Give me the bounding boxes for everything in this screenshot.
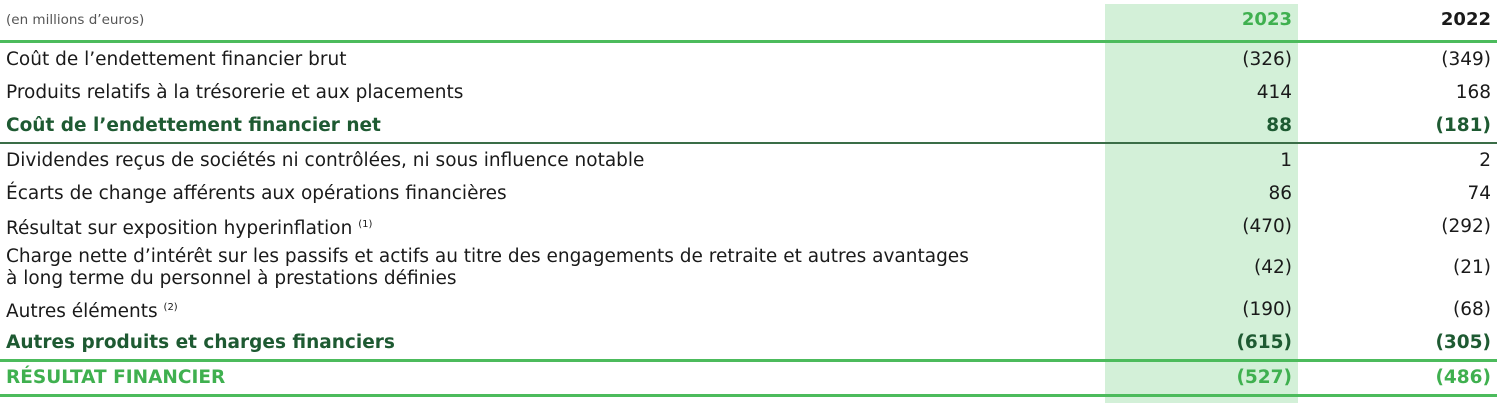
value-2022: (305) [1435, 331, 1491, 353]
row-label: Dividendes reçus de sociétés ni contrôlé… [6, 149, 645, 171]
value-2022: (68) [1453, 298, 1491, 320]
total-row: RÉSULTAT FINANCIER (527) (486) [0, 359, 1497, 397]
value-2023: (527) [1105, 359, 1298, 397]
row-label-line-2: à long terme du personnel à prestations … [6, 268, 457, 289]
table-row: Coût de l’endettement financier brut (32… [0, 42, 1497, 77]
unit-label: (en millions d’euros) [0, 0, 1105, 43]
footnote-marker: (2) [163, 301, 178, 313]
table-row: Résultat sur exposition hyperinflation (… [0, 210, 1497, 243]
financial-result-table-container: (en millions d’euros) 2023 2022 Coût de … [0, 0, 1508, 405]
value-2022: (181) [1298, 109, 1497, 144]
table-header-row: (en millions d’euros) 2023 2022 [0, 0, 1497, 43]
row-label: Charge nette d’intérêt sur les passifs e… [0, 243, 1105, 293]
year-2023-header: 2023 [1105, 0, 1298, 43]
row-label: Coût de l’endettement financier brut [6, 48, 347, 70]
year-2022-header: 2022 [1298, 0, 1497, 43]
row-label-text: Autres éléments [6, 300, 164, 322]
value-2023: 86 [1268, 182, 1292, 204]
value-2023: (190) [1242, 298, 1292, 320]
table-row: Écarts de change afférents aux opération… [0, 177, 1497, 210]
value-2022: (349) [1441, 48, 1491, 70]
subtotal-row: Autres produits et charges financiers (6… [0, 326, 1497, 361]
value-2022: (21) [1453, 257, 1491, 278]
row-label: RÉSULTAT FINANCIER [0, 359, 1105, 397]
value-2022: (486) [1298, 359, 1497, 397]
value-2023: (42) [1254, 257, 1292, 278]
value-2022: 2 [1479, 149, 1491, 171]
row-label: Résultat sur exposition hyperinflation (… [0, 210, 1105, 243]
row-label: Autres éléments (2) [0, 293, 1105, 326]
value-2023: 414 [1256, 81, 1292, 103]
row-label-line-1: Charge nette d’intérêt sur les passifs e… [6, 246, 969, 267]
table-row: Charge nette d’intérêt sur les passifs e… [0, 243, 1497, 293]
subtotal-row: Coût de l’endettement financier net 88 (… [0, 109, 1497, 144]
row-label: Autres produits et charges financiers [6, 331, 395, 353]
value-2023: (470) [1242, 215, 1292, 237]
row-label: Produits relatifs à la trésorerie et aux… [6, 81, 464, 103]
row-label-text: Résultat sur exposition hyperinflation [6, 217, 359, 239]
value-2022: 74 [1467, 182, 1491, 204]
value-2022: (292) [1441, 215, 1491, 237]
value-2023: 1 [1280, 149, 1292, 171]
value-2022: 168 [1455, 81, 1491, 103]
footnote-marker: (1) [358, 218, 373, 230]
value-2023: (615) [1236, 331, 1292, 353]
financial-result-table: (en millions d’euros) 2023 2022 Coût de … [0, 0, 1497, 397]
value-2023: (326) [1242, 48, 1292, 70]
row-label: Coût de l’endettement financier net [0, 109, 1105, 144]
table-row: Autres éléments (2) (190) (68) [0, 293, 1497, 326]
value-2023: 88 [1105, 109, 1298, 144]
row-label: Écarts de change afférents aux opération… [6, 182, 507, 204]
table-row: Produits relatifs à la trésorerie et aux… [0, 76, 1497, 109]
table-row: Dividendes reçus de sociétés ni contrôlé… [0, 143, 1497, 177]
